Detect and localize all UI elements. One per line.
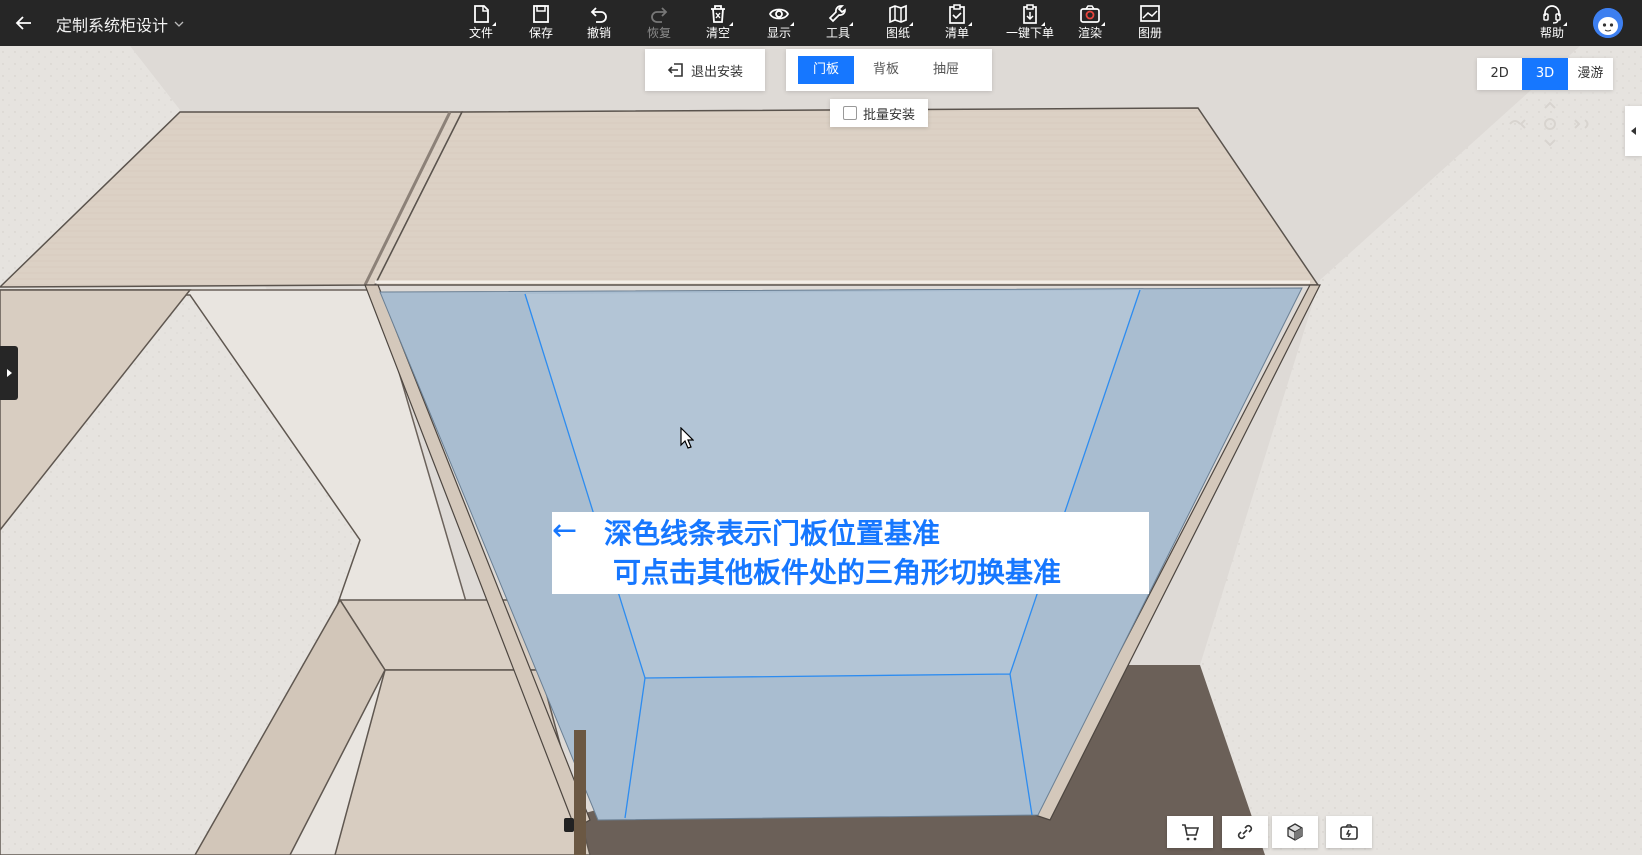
- mouse-cursor-icon: [680, 427, 694, 449]
- camera-icon: [1080, 5, 1100, 23]
- cart-button[interactable]: [1167, 816, 1213, 848]
- file-label: 文件: [468, 26, 493, 40]
- screenshot-icon: [1340, 824, 1358, 840]
- undo-label: 撤销: [586, 26, 611, 40]
- eye-icon: [768, 8, 790, 20]
- save-button[interactable]: 保存: [513, 1, 569, 45]
- order-icon: [1023, 4, 1037, 24]
- link-icon: [1237, 824, 1253, 840]
- batch-install-option[interactable]: 批量安装: [830, 99, 928, 127]
- cube-icon: [1287, 823, 1303, 841]
- wrench-icon: [828, 5, 846, 23]
- tab-door-panel[interactable]: 门板: [798, 56, 854, 84]
- redo-button[interactable]: 恢复: [631, 1, 687, 45]
- caret-right-icon: [7, 369, 12, 377]
- design-title-text: 定制系统柜设计: [56, 16, 169, 35]
- install-type-tabs: 门板 背板 抽屉: [786, 49, 992, 91]
- exit-install-label: 退出安装: [691, 64, 744, 80]
- main-cabinet-top: [373, 107, 1320, 286]
- screenshot-button[interactable]: [1326, 816, 1372, 848]
- display-label: 显示: [766, 26, 791, 40]
- file-menu-button[interactable]: 文件: [453, 1, 509, 45]
- view-3d-button[interactable]: 3D: [1522, 58, 1568, 90]
- clear-button[interactable]: 清空: [690, 1, 746, 45]
- view-navigation-control[interactable]: [1505, 100, 1595, 148]
- batch-install-label: 批量安装: [862, 107, 915, 123]
- one-click-order-label: 一键下单: [1005, 26, 1054, 40]
- cube-button[interactable]: [1272, 816, 1318, 848]
- caret-left-icon: [1630, 127, 1636, 135]
- list-label: 清单: [944, 26, 969, 40]
- batch-install-checkbox[interactable]: [842, 106, 857, 120]
- help-button[interactable]: 帮助: [1524, 1, 1580, 45]
- top-toolbar: 定制系统柜设计 文件 保存 撤销 恢复 清空 显示 工具 图纸 清单 一键下单 …: [0, 0, 1642, 46]
- undo-icon: [590, 7, 607, 23]
- render-label: 渲染: [1077, 26, 1102, 40]
- left-panel-toggle[interactable]: [0, 346, 18, 400]
- view-mode-switch: 2D 3D 漫游: [1477, 58, 1613, 90]
- design-title[interactable]: 定制系统柜设计: [56, 12, 184, 36]
- back-button[interactable]: [10, 9, 38, 37]
- link-button[interactable]: [1222, 816, 1268, 848]
- right-panel-toggle[interactable]: [1625, 106, 1642, 156]
- annotation-line-1: 深色线条表示门板位置基准: [604, 517, 941, 550]
- display-menu-button[interactable]: 显示: [751, 1, 807, 45]
- annotation-arrow: ←: [552, 513, 578, 548]
- 3d-viewport[interactable]: [0, 46, 1642, 855]
- headset-icon: [1543, 5, 1561, 24]
- exit-install-button[interactable]: 退出安装: [645, 49, 765, 91]
- tools-label: 工具: [825, 26, 850, 40]
- file-icon: [474, 5, 489, 23]
- drawings-menu-button[interactable]: 图纸: [870, 1, 926, 45]
- user-avatar[interactable]: [1593, 8, 1623, 38]
- clear-label: 清空: [705, 26, 730, 40]
- tutorial-annotation: ← 深色线条表示门板位置基准 可点击其他板件处的三角形切换基准: [552, 512, 1149, 594]
- album-label: 图册: [1137, 26, 1162, 40]
- help-label: 帮助: [1539, 26, 1564, 40]
- one-click-order-button[interactable]: 一键下单: [1001, 1, 1059, 45]
- tab-back-panel[interactable]: 背板: [858, 56, 914, 84]
- view-2d-button[interactable]: 2D: [1477, 58, 1522, 90]
- redo-icon: [651, 7, 668, 23]
- drawings-label: 图纸: [885, 26, 910, 40]
- render-menu-button[interactable]: 渲染: [1062, 1, 1118, 45]
- exit-icon: [667, 63, 683, 77]
- annotation-line-2: 可点击其他板件处的三角形切换基准: [613, 556, 1062, 589]
- album-button[interactable]: 图册: [1122, 1, 1178, 45]
- trash-icon: [711, 5, 725, 23]
- tab-drawer[interactable]: 抽屉: [918, 56, 974, 84]
- chevron-down-icon: [174, 21, 184, 27]
- image-icon: [1140, 5, 1160, 22]
- map-icon: [889, 4, 907, 24]
- save-icon: [533, 5, 549, 23]
- cart-icon: [1182, 824, 1200, 841]
- clipboard-icon: [949, 4, 965, 24]
- arrow-left-icon: [15, 16, 31, 30]
- list-menu-button[interactable]: 清单: [929, 1, 985, 45]
- redo-label: 恢复: [646, 26, 671, 40]
- door-handle: [564, 818, 574, 832]
- undo-button[interactable]: 撤销: [571, 1, 627, 45]
- avatar-icon: [1593, 8, 1623, 38]
- view-walkthrough-button[interactable]: 漫游: [1568, 58, 1613, 90]
- tools-menu-button[interactable]: 工具: [810, 1, 866, 45]
- exit-install-panel: 退出安装: [645, 49, 765, 91]
- save-label: 保存: [528, 26, 553, 40]
